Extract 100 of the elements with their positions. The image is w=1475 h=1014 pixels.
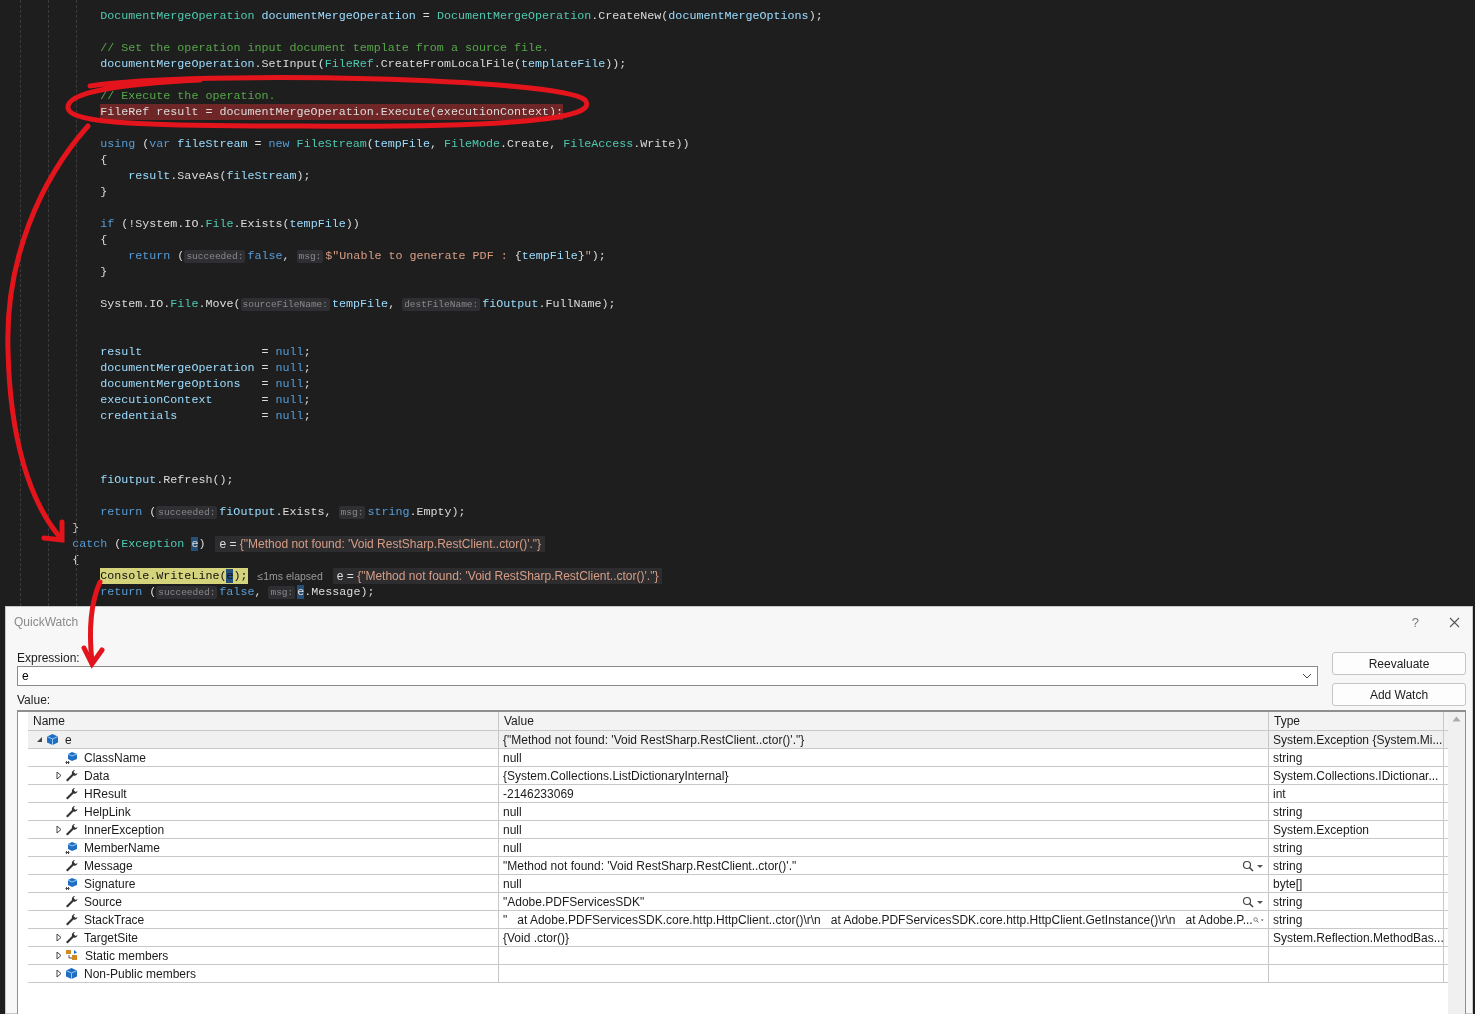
table-row[interactable]: Static members xyxy=(28,947,1448,965)
collapsed-arrow-icon[interactable] xyxy=(55,969,62,978)
code-text: false, xyxy=(219,584,263,600)
magnifier-dropdown-icon[interactable] xyxy=(1242,895,1264,908)
collapsed-arrow-icon[interactable] xyxy=(55,771,62,780)
code-text: } xyxy=(72,520,80,536)
table-row[interactable]: HelpLink null string xyxy=(28,803,1448,821)
table-row[interactable]: e {"Method not found: 'Void RestSharp.RestClient..ctor()'."} System.Exception {System.Mi... xyxy=(28,731,1448,749)
code-text: return ( xyxy=(100,584,157,600)
table-row[interactable]: InnerException null System.Exception xyxy=(28,821,1448,839)
table-row[interactable]: Non-Public members xyxy=(28,965,1448,983)
column-header[interactable]: Name xyxy=(28,712,499,730)
parameter-hint: msg: xyxy=(338,505,366,519)
table-cell-text: TargetSite xyxy=(84,930,140,945)
table-cell-text: {Void .ctor()} xyxy=(503,930,571,945)
collapsed-arrow-icon[interactable] xyxy=(55,933,62,942)
table-cell-text: Message xyxy=(84,858,134,873)
table-cell-text: byte[] xyxy=(1273,876,1304,891)
code-text: fiOutput.Exists, xyxy=(219,504,333,520)
column-header[interactable]: Value xyxy=(499,712,1269,730)
table-row[interactable]: Data {System.Collections.ListDictionaryInternal} System.Collections.IDictionar... xyxy=(28,767,1448,785)
code-text: $"Unable to generate PDF : {tempFile}"); xyxy=(325,248,606,264)
table-cell-text: InnerException xyxy=(84,822,166,837)
table-row[interactable]: TargetSite {Void .ctor()} System.Reflection.MethodBas... xyxy=(28,929,1448,947)
table-cell-text: Non-Public members xyxy=(84,966,198,981)
table-cell-text: int xyxy=(1273,786,1287,801)
table-cell-text: string xyxy=(1273,804,1304,819)
parameter-hint: sourceFileName: xyxy=(240,297,330,311)
table-cell-text: Source xyxy=(84,894,124,909)
table-row[interactable]: ClassName null string xyxy=(28,749,1448,767)
table-cell-text: System.Collections.IDictionar... xyxy=(1273,768,1440,783)
table-cell: " at Adobe.PDFServicesSDK.core.http.HttpClient..ctor()\r\n at Adobe.PDFServicesSDK.core.http.HttpClient.GetInstance()\r\n at Adobe.P... xyxy=(503,912,1253,927)
code-text: fiOutput.Refresh(); xyxy=(100,472,234,488)
code-text: executionContext = null; xyxy=(100,392,311,408)
help-button[interactable]: ? xyxy=(1411,614,1419,630)
collapsed-arrow-icon[interactable] xyxy=(55,825,62,834)
expression-field[interactable]: e xyxy=(17,666,1318,686)
code-text: } xyxy=(100,184,108,200)
code-text: return ( xyxy=(128,248,185,264)
collapsed-arrow-icon[interactable] xyxy=(55,951,62,960)
table-cell-text: ClassName xyxy=(84,750,147,765)
dialog-button[interactable]: Add Watch xyxy=(1332,683,1466,706)
code-text: documentMergeOptions = null; xyxy=(100,376,311,392)
table-cell-text: HelpLink xyxy=(84,804,132,819)
code-text: using (var fileStream = new FileStream(tempFile, FileMode.Create, FileAccess.Write)) xyxy=(100,136,690,152)
code-text: System.IO.File.Move( xyxy=(100,296,241,312)
table-cell-text: Data xyxy=(84,768,111,783)
code-text: { xyxy=(100,152,108,168)
expanded-arrow-icon[interactable] xyxy=(36,736,43,743)
table-cell-text: StackTrace xyxy=(84,912,146,927)
close-icon[interactable] xyxy=(1449,616,1460,628)
table-cell-text: e xyxy=(65,732,73,747)
parameter-hint: succeeded: xyxy=(184,249,246,263)
table-cell-text: null xyxy=(503,750,523,765)
field-label: Expression: xyxy=(17,651,80,666)
table-cell-text: "Method not found: 'Void RestSharp.RestClient..ctor()'." xyxy=(503,858,798,873)
table-cell: System.Reflection.MethodBas... xyxy=(1273,930,1443,945)
field-label: Value: xyxy=(17,693,51,707)
table-cell-text: Static members xyxy=(85,948,170,963)
table-row[interactable]: StackTrace " at Adobe.PDFServicesSDK.core.http.HttpClient..ctor()\r\n at Adobe.PDFServicesSDK.core.http.HttpClient.GetInstance()\r\n at Adobe.P... string xyxy=(28,911,1448,929)
code-text: false, xyxy=(247,248,291,264)
data-tip[interactable]: e = {"Method not found: 'Void RestSharp.RestClient..ctor()'."} xyxy=(332,568,663,584)
table-cell-text: string xyxy=(1273,912,1304,927)
parameter-hint: msg: xyxy=(268,585,296,599)
elapsed-time: ≤1ms elapsed xyxy=(257,569,323,584)
parameter-hint: succeeded: xyxy=(156,585,218,599)
code-text: { xyxy=(100,232,108,248)
table-row[interactable]: Message "Method not found: 'Void RestSharp.RestClient..ctor()'." string xyxy=(28,857,1448,875)
table-cell-text: {System.Collections.ListDictionaryInternal} xyxy=(503,768,730,783)
code-text: e.Message); xyxy=(297,584,375,600)
table-cell-text: null xyxy=(503,876,523,891)
table-cell-text: MemberName xyxy=(84,840,162,855)
code-text: fiOutput.FullName); xyxy=(482,296,616,312)
table-row[interactable]: Source "Adobe.PDFServicesSDK" string xyxy=(28,893,1448,911)
magnifier-dropdown-icon[interactable] xyxy=(1242,859,1264,872)
code-text: return ( xyxy=(100,504,157,520)
table-row[interactable]: Signature null byte[] xyxy=(28,875,1448,893)
table-cell: System.Exception {System.Mi... xyxy=(1273,732,1443,747)
code-text: if (!System.IO.File.Exists(tempFile)) xyxy=(100,216,360,232)
table-row[interactable]: MemberName null string xyxy=(28,839,1448,857)
table-cell-text: "Adobe.PDFServicesSDK" xyxy=(503,894,646,909)
column-header[interactable]: Type xyxy=(1269,712,1444,730)
data-tip[interactable]: e = {"Method not found: 'Void RestSharp.RestClient..ctor()'."} xyxy=(215,536,546,552)
parameter-hint: destFileName: xyxy=(402,297,481,311)
window-title: QuickWatch xyxy=(14,615,80,629)
table-cell-text: string xyxy=(1273,894,1304,909)
code-text: catch (Exception e) xyxy=(72,536,206,552)
table-cell-text: string xyxy=(1273,750,1304,765)
code-text: } xyxy=(100,264,108,280)
code-text: result = null; xyxy=(100,344,311,360)
dialog-button[interactable]: Reevaluate xyxy=(1332,652,1466,675)
code-text: documentMergeOperation = null; xyxy=(100,360,311,376)
chevron-down-icon[interactable] xyxy=(1302,673,1312,679)
table-cell-text: {"Method not found: 'Void RestSharp.RestClient..ctor()'."} xyxy=(503,732,806,747)
code-text: documentMergeOperation.SetInput(FileRef.CreateFromLocalFile(templateFile)); xyxy=(100,56,627,72)
parameter-hint: succeeded: xyxy=(156,505,218,519)
code-text: string.Empty); xyxy=(367,504,466,520)
table-row[interactable]: HResult -2146233069 int xyxy=(28,785,1448,803)
table-cell-text: string xyxy=(1273,840,1304,855)
code-text: DocumentMergeOperation documentMergeOperation = DocumentMergeOperation.CreateNew(documentMergeOptions); xyxy=(100,8,823,24)
